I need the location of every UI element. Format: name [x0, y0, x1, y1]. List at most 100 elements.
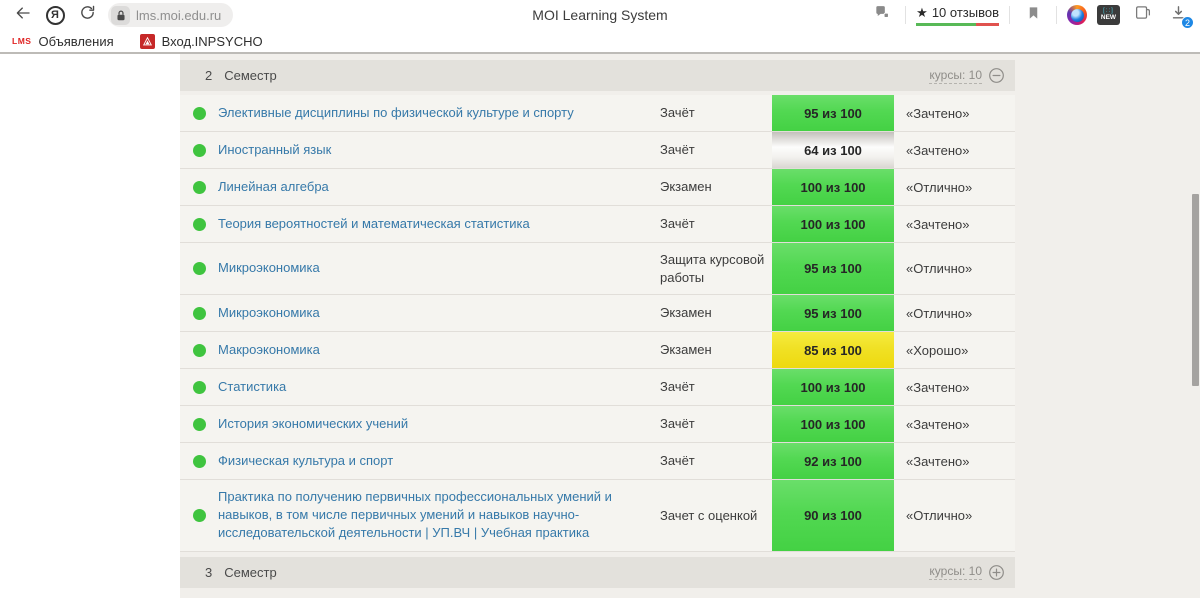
- score-cell: 100 из 100: [772, 369, 894, 406]
- rating-bar: [916, 22, 999, 26]
- status-dot-icon: [192, 217, 206, 231]
- status-cell: [180, 443, 218, 479]
- extension-globe-icon: [1070, 8, 1084, 22]
- course-row: Теория вероятностей и математическая ста…: [180, 206, 1015, 243]
- course-link[interactable]: Элективные дисциплины по физической куль…: [218, 104, 574, 122]
- course-link[interactable]: Линейная алгебра: [218, 178, 329, 196]
- site-permissions-icon: [873, 4, 891, 26]
- status-dot-icon: [192, 380, 206, 394]
- browser-toolbar: Я lms.moi.edu.ru MOI Learning System ★ 1…: [0, 0, 1200, 30]
- course-row: Физическая культура и спорт Зачёт 92 из …: [180, 443, 1015, 481]
- rating-bar-positive: [916, 22, 976, 26]
- grade-text: «Отлично»: [906, 261, 973, 277]
- course-row: Макроэкономика Экзамен 85 из 100 «Хорошо…: [180, 332, 1015, 370]
- assessment-type: Зачёт: [660, 379, 695, 395]
- refresh-button[interactable]: [74, 2, 100, 28]
- score-cell: 95 из 100: [772, 243, 894, 295]
- collapse-semester-icon[interactable]: [988, 67, 1005, 84]
- grade-cell: «Зачтено»: [894, 206, 1015, 242]
- toolbar-separator: [1056, 6, 1057, 24]
- course-link[interactable]: Иностранный язык: [218, 141, 331, 159]
- course-cell: Линейная алгебра: [218, 169, 654, 205]
- new-extension-icon[interactable]: [::] NEW: [1097, 5, 1120, 25]
- ssl-lock-icon[interactable]: [111, 5, 130, 25]
- grade-cell: «Отлично»: [894, 169, 1015, 205]
- course-cell: История экономических учений: [218, 406, 654, 442]
- semester-number: 3: [205, 564, 213, 580]
- course-rows: Элективные дисциплины по физической куль…: [180, 95, 1015, 552]
- course-cell: Микроэкономика: [218, 243, 654, 294]
- score-cell: 85 из 100: [772, 332, 894, 369]
- bookmarks-bar: LMS Объявления Вход.INPSYCHO: [0, 30, 1200, 54]
- bookmark-item-inpsycho[interactable]: Вход.INPSYCHO: [139, 33, 263, 49]
- yandex-home-button[interactable]: Я: [42, 2, 68, 28]
- semester-title: Семестр: [224, 564, 277, 580]
- courses-count-link[interactable]: курсы: 10: [929, 68, 982, 84]
- assessment-type-cell: Зачёт: [654, 369, 772, 405]
- grade-cell: «Отлично»: [894, 480, 1015, 551]
- assessment-type: Экзамен: [660, 342, 712, 358]
- course-row: Микроэкономика Экзамен 95 из 100 «Отличн…: [180, 295, 1015, 333]
- assessment-type-cell: Экзамен: [654, 332, 772, 368]
- lms-favicon: LMS: [12, 36, 32, 46]
- assessment-type-cell: Зачёт: [654, 406, 772, 442]
- bookmark-flag-icon: [1026, 5, 1041, 26]
- grade-text: «Зачтено»: [906, 453, 970, 469]
- course-link[interactable]: Практика по получению первичных професси…: [218, 488, 640, 543]
- semester-header-2: 2 Семестр курсы: 10: [180, 60, 1015, 91]
- site-permissions-button[interactable]: [869, 2, 895, 28]
- assessment-type: Зачёт: [660, 105, 695, 121]
- bookmark-item-announcements[interactable]: LMS Объявления: [12, 34, 114, 49]
- scrollbar-thumb[interactable]: [1192, 194, 1199, 386]
- course-link[interactable]: Теория вероятностей и математическая ста…: [218, 215, 530, 233]
- status-cell: [180, 95, 218, 131]
- status-dot-icon: [192, 106, 206, 120]
- assessment-type: Экзамен: [660, 179, 712, 195]
- new-badge-text: NEW: [1100, 13, 1117, 21]
- status-cell: [180, 332, 218, 368]
- side-panel-button[interactable]: [1130, 2, 1156, 28]
- course-link[interactable]: Микроэкономика: [218, 259, 320, 277]
- grade-text: «Отлично»: [906, 507, 973, 523]
- expand-semester-icon[interactable]: [988, 564, 1005, 581]
- scrollbar-track[interactable]: [1191, 54, 1200, 598]
- status-dot-icon: [192, 180, 206, 194]
- courses-count-link[interactable]: курсы: 10: [929, 564, 982, 581]
- grade-text: «Отлично»: [906, 179, 973, 195]
- semester-number: 2: [205, 68, 213, 83]
- semester-title: Семестр: [224, 68, 277, 83]
- side-panel-icon: [1134, 4, 1152, 26]
- course-link[interactable]: Макроэкономика: [218, 341, 320, 359]
- course-cell: Статистика: [218, 369, 654, 405]
- toolbar-separator: [905, 6, 907, 24]
- status-cell: [180, 243, 218, 294]
- assessment-type: Защита курсовой работы: [660, 252, 765, 285]
- back-button[interactable]: [10, 2, 36, 28]
- assessment-type: Зачёт: [660, 216, 695, 232]
- course-link[interactable]: Статистика: [218, 378, 286, 396]
- course-cell: Теория вероятностей и математическая ста…: [218, 206, 654, 242]
- assessment-type-cell: Защита курсовой работы: [654, 243, 772, 294]
- extension-browser-icon[interactable]: [1067, 5, 1087, 25]
- assessment-type: Экзамен: [660, 305, 712, 321]
- address-bar[interactable]: lms.moi.edu.ru: [108, 3, 234, 27]
- course-link[interactable]: История экономических учений: [218, 415, 408, 433]
- toolbar-separator: [1009, 6, 1010, 24]
- assessment-type-cell: Зачёт: [654, 206, 772, 242]
- bookmark-page-button[interactable]: [1020, 2, 1046, 28]
- score-cell: 100 из 100: [772, 406, 894, 443]
- assessment-type: Зачёт: [660, 416, 695, 432]
- site-rating-widget[interactable]: ★ 10 отзывов: [916, 5, 999, 26]
- grade-text: «Зачтено»: [906, 216, 970, 232]
- course-link[interactable]: Физическая культура и спорт: [218, 452, 393, 470]
- course-link[interactable]: Микроэкономика: [218, 304, 320, 322]
- grade-text: «Зачтено»: [906, 379, 970, 395]
- downloads-button[interactable]: 2: [1166, 3, 1194, 29]
- grade-cell: «Отлично»: [894, 243, 1015, 294]
- yandex-logo-icon: Я: [45, 5, 65, 25]
- assessment-type-cell: Зачёт: [654, 443, 772, 479]
- score-cell: 100 из 100: [772, 169, 894, 205]
- assessment-type-cell: Зачет с оценкой: [654, 480, 772, 551]
- course-cell: Иностранный язык: [218, 132, 654, 168]
- refresh-icon: [79, 4, 96, 26]
